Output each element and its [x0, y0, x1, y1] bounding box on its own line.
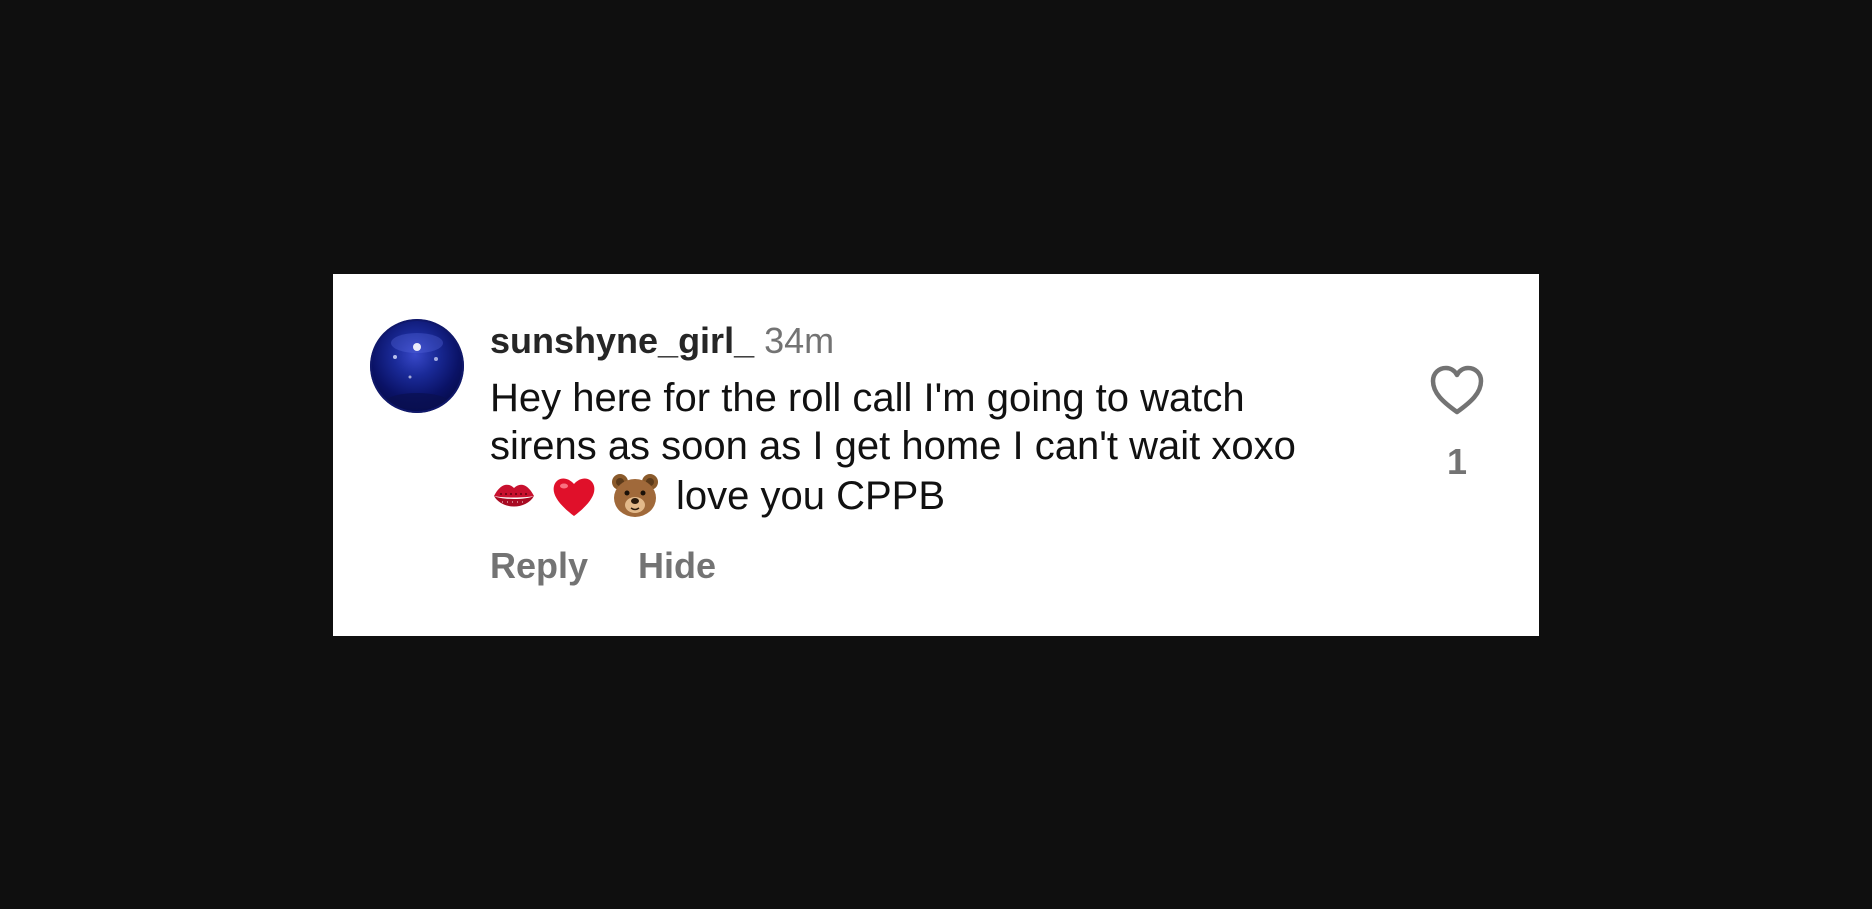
- hide-button[interactable]: Hide: [638, 542, 716, 590]
- heart-outline-icon: [1430, 365, 1484, 415]
- kiss-mark-icon: [490, 474, 538, 518]
- blue-sphere-icon: [370, 319, 464, 413]
- comment-actions: Reply Hide: [490, 542, 716, 598]
- like-count: 1: [1446, 441, 1468, 482]
- comment-line-emojis: love you CPPB: [490, 470, 1526, 520]
- red-heart-icon: [550, 472, 598, 520]
- comment-text: Hey here for the roll call I'm going to …: [490, 374, 1526, 520]
- avatar[interactable]: [370, 319, 464, 413]
- comment-header: sunshyne_girl_ 34m: [490, 318, 834, 372]
- comment-tail-text: love you CPPB: [676, 474, 946, 519]
- username[interactable]: sunshyne_girl_: [490, 320, 754, 361]
- like-button[interactable]: [1427, 362, 1487, 418]
- reply-button[interactable]: Reply: [490, 542, 588, 590]
- comment-line: sirens as soon as I get home I can't wai…: [490, 424, 1296, 468]
- timestamp: 34m: [764, 320, 835, 361]
- comment-line: Hey here for the roll call I'm going to …: [490, 376, 1245, 420]
- bear-face-icon: [610, 472, 660, 520]
- comment-card: sunshyne_girl_ 34m Hey here for the roll …: [333, 274, 1539, 636]
